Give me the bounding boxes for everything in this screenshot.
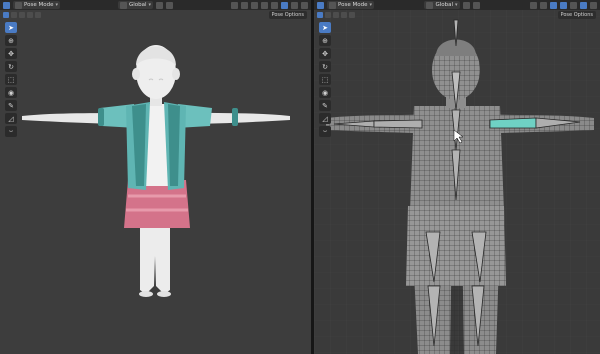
orientation-icon <box>426 1 434 9</box>
select-intersect-icon[interactable] <box>349 12 355 18</box>
visibility-icon[interactable] <box>231 1 239 9</box>
pose-options-button[interactable]: Pose Options <box>268 11 307 19</box>
transform-tool-icon[interactable]: ◉ <box>5 87 17 98</box>
mode-selector[interactable]: Pose Mode ▾ <box>13 1 60 9</box>
pose-options-label: Pose Options <box>560 12 593 18</box>
chevron-down-icon: ▾ <box>55 2 58 8</box>
tool-shelf-left: ➤ ⊕ ✥ ↻ ⬚ ◉ ✎ ◿ ⌣ <box>5 22 17 137</box>
annotate-tool-icon[interactable]: ✎ <box>319 100 331 111</box>
tool-shelf-right: ➤ ⊕ ✥ ↻ ⬚ ◉ ✎ ◿ ⌣ <box>319 22 331 137</box>
character-wireframe-render <box>314 0 600 354</box>
mode-selector[interactable]: Pose Mode ▾ <box>327 1 374 9</box>
select-tool-icon[interactable]: ➤ <box>5 22 17 33</box>
transform-label: Global <box>435 2 454 8</box>
viewport-solid[interactable]: Pose Mode ▾ Global ▾ Pose Options ➤ ⊕ ✥ <box>0 0 311 354</box>
gizmo-icon[interactable] <box>241 1 249 9</box>
select-extend-icon[interactable] <box>325 12 331 18</box>
pivot-icon[interactable] <box>156 1 164 9</box>
pose-options-label: Pose Options <box>271 12 304 18</box>
rotate-tool-icon[interactable]: ↻ <box>319 61 331 72</box>
viewport-subheader-left <box>0 10 311 20</box>
snap-icon[interactable] <box>472 1 480 9</box>
select-subtract-icon[interactable] <box>333 12 339 18</box>
select-extend-icon[interactable] <box>11 12 17 18</box>
rotate-tool-icon[interactable]: ↻ <box>5 61 17 72</box>
pivot-icon[interactable] <box>462 1 470 9</box>
editor-type-icon[interactable] <box>317 1 324 9</box>
viewport-header-right: Pose Mode ▾ Global ▾ <box>314 0 600 10</box>
move-tool-icon[interactable]: ✥ <box>319 48 331 59</box>
select-tool-icon[interactable]: ➤ <box>319 22 331 33</box>
measure-tool-icon[interactable]: ◿ <box>5 113 17 124</box>
scale-tool-icon[interactable]: ⬚ <box>319 74 331 85</box>
snap-icon[interactable] <box>166 1 174 9</box>
viewport-wireframe[interactable]: Pose Mode ▾ Global ▾ Pose Options ➤ ⊕ ✥ … <box>314 0 600 354</box>
mode-label: Pose Mode <box>338 2 368 8</box>
pose-options-button[interactable]: Pose Options <box>557 11 596 19</box>
xray-icon[interactable] <box>560 1 568 9</box>
relax-tool-icon[interactable]: ⌣ <box>5 126 17 137</box>
orientation-icon <box>119 1 127 9</box>
transform-orientation[interactable]: Global ▾ <box>424 1 460 9</box>
pose-mode-icon <box>329 1 336 9</box>
select-intersect-icon[interactable] <box>35 12 41 18</box>
chevron-down-icon: ▾ <box>148 2 152 8</box>
select-invert-icon[interactable] <box>27 12 33 18</box>
overlay-icon[interactable] <box>550 1 558 9</box>
editor-type-icon[interactable] <box>3 1 10 9</box>
viewport-header-left: Pose Mode ▾ Global ▾ <box>0 0 311 10</box>
annotate-tool-icon[interactable]: ✎ <box>5 100 17 111</box>
chevron-down-icon: ▾ <box>455 2 458 8</box>
shading-solid-icon[interactable] <box>281 1 289 9</box>
cursor-tool-icon[interactable]: ⊕ <box>5 35 17 46</box>
select-subtract-icon[interactable] <box>19 12 25 18</box>
pose-mode-icon <box>15 1 22 9</box>
transform-label: Global <box>128 2 147 8</box>
shading-wire-icon[interactable] <box>271 1 279 9</box>
mode-label: Pose Mode <box>24 2 54 8</box>
scale-tool-icon[interactable]: ⬚ <box>5 74 17 85</box>
chevron-down-icon: ▾ <box>369 2 372 8</box>
gizmo-icon[interactable] <box>540 1 548 9</box>
transform-tool-icon[interactable]: ◉ <box>319 87 331 98</box>
shading-material-icon[interactable] <box>590 1 598 9</box>
shading-wire-icon[interactable] <box>570 1 578 9</box>
xray-icon[interactable] <box>261 1 269 9</box>
visibility-icon[interactable] <box>530 1 538 9</box>
move-tool-icon[interactable]: ✥ <box>5 48 17 59</box>
select-box-icon[interactable] <box>317 12 323 18</box>
shading-material-icon[interactable] <box>291 1 299 9</box>
character-solid-render <box>22 45 290 297</box>
transform-orientation[interactable]: Global ▾ <box>117 1 154 9</box>
shading-solid-icon[interactable] <box>580 1 588 9</box>
shading-render-icon[interactable] <box>301 1 309 9</box>
relax-tool-icon[interactable]: ⌣ <box>319 126 331 137</box>
select-invert-icon[interactable] <box>341 12 347 18</box>
overlay-icon[interactable] <box>251 1 259 9</box>
measure-tool-icon[interactable]: ◿ <box>319 113 331 124</box>
cursor-tool-icon[interactable]: ⊕ <box>319 35 331 46</box>
select-box-icon[interactable] <box>3 12 9 18</box>
